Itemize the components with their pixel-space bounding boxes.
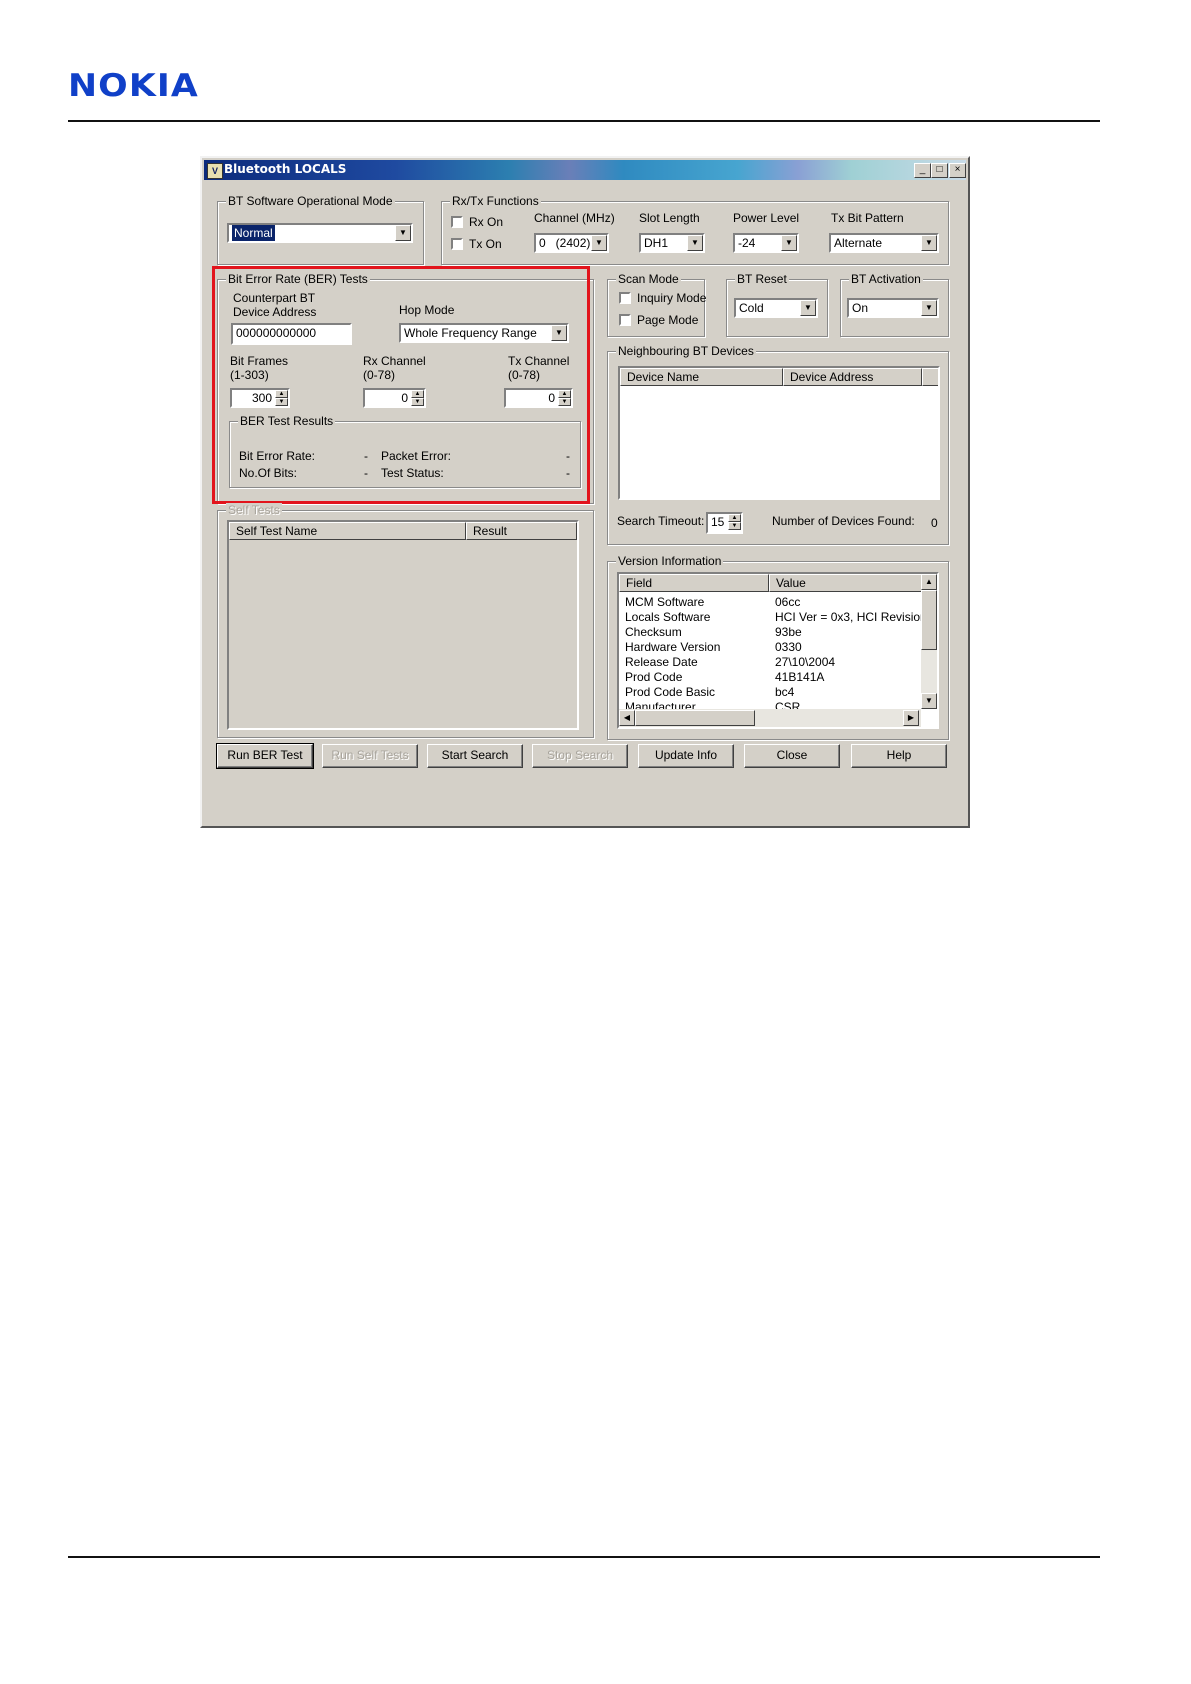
channel-value: 0 (2402) <box>539 236 591 250</box>
scroll-down-icon[interactable]: ▼ <box>921 693 937 709</box>
page-mode-label: Page Mode <box>637 313 699 327</box>
list-item[interactable]: Prod Code <box>625 670 682 684</box>
slot-length-label: Slot Length <box>639 211 700 225</box>
horizontal-scrollbar[interactable]: ◀ ▶ <box>619 709 921 727</box>
list-item[interactable]: Release Date <box>625 655 698 669</box>
self-test-result-header[interactable]: Result <box>466 522 577 540</box>
list-item-value: 93be <box>775 625 802 639</box>
power-level-select[interactable]: -24 ▼ <box>733 233 799 253</box>
rxtx-label: Rx/Tx Functions <box>450 194 541 208</box>
list-item[interactable]: Checksum <box>625 625 682 639</box>
inquiry-mode-checkbox[interactable] <box>619 292 631 304</box>
devices-found-value: 0 <box>931 516 938 530</box>
op-mode-select[interactable]: Normal ▼ <box>227 223 413 243</box>
slot-length-select[interactable]: DH1 ▼ <box>639 233 705 253</box>
power-level-label: Power Level <box>733 211 800 225</box>
list-item-value: HCI Ver = 0x3, HCI Revision <box>775 610 923 624</box>
list-item[interactable]: Prod Code Basic <box>625 685 715 699</box>
tx-bit-pattern-value: Alternate <box>834 236 883 250</box>
run-self-tests-button[interactable]: Run Self Tests <box>322 744 418 768</box>
bt-reset-select[interactable]: Cold ▼ <box>734 298 818 318</box>
scan-mode-label: Scan Mode <box>616 272 681 286</box>
search-timeout-label: Search Timeout: <box>617 514 705 528</box>
scroll-thumb[interactable] <box>921 590 937 650</box>
value-header[interactable]: Value <box>769 574 923 592</box>
window-title: Bluetooth LOCALS <box>224 162 347 176</box>
chevron-down-icon[interactable]: ▼ <box>395 225 411 241</box>
chevron-down-icon[interactable]: ▼ <box>921 300 937 316</box>
close-window-button[interactable]: × <box>949 163 966 178</box>
header-rule <box>68 120 1100 122</box>
blank-header <box>922 368 938 386</box>
list-item-value: 0330 <box>775 640 802 654</box>
version-list[interactable]: Field Value MCM Software 06cc Locals Sof… <box>617 572 939 729</box>
vertical-scrollbar[interactable]: ▲ ▼ <box>921 574 937 709</box>
run-ber-test-button[interactable]: Run BER Test <box>216 743 314 769</box>
op-mode-value: Normal <box>232 225 275 241</box>
rx-on-label: Rx On <box>469 215 504 229</box>
bt-activation-value: On <box>852 301 869 315</box>
spin-arrows-icon[interactable]: ▲ ▼ <box>728 514 741 530</box>
self-tests-list[interactable]: Self Test Name Result <box>227 520 579 730</box>
highlight-box <box>212 266 590 504</box>
list-item[interactable]: MCM Software <box>625 595 704 609</box>
search-timeout-value: 15 <box>711 515 725 529</box>
list-item[interactable]: Hardware Version <box>625 640 720 654</box>
minimize-button[interactable]: _ <box>914 163 931 178</box>
nokia-logo: NOKIA <box>68 68 199 104</box>
slot-length-value: DH1 <box>644 236 669 250</box>
chevron-down-icon[interactable]: ▼ <box>921 235 937 251</box>
tx-bit-pattern-label: Tx Bit Pattern <box>831 211 904 225</box>
self-tests-label: Self Tests <box>226 503 282 517</box>
self-test-name-header[interactable]: Self Test Name <box>229 522 466 540</box>
start-search-button[interactable]: Start Search <box>427 744 523 768</box>
list-item[interactable]: Locals Software <box>625 610 710 624</box>
channel-label: Channel (MHz) <box>534 211 615 225</box>
neighbours-label: Neighbouring BT Devices <box>616 344 756 358</box>
bt-reset-value: Cold <box>739 301 764 315</box>
neighbours-list[interactable]: Device Name Device Address <box>618 366 940 500</box>
scroll-thumb[interactable] <box>635 710 755 726</box>
search-timeout-stepper[interactable]: 15 ▲ ▼ <box>706 512 743 534</box>
footer-rule <box>68 1556 1100 1558</box>
op-mode-label: BT Software Operational Mode <box>226 194 395 208</box>
channel-select[interactable]: 0 (2402) ▼ <box>534 233 609 253</box>
power-level-value: -24 <box>738 236 756 250</box>
scroll-up-icon[interactable]: ▲ <box>921 574 937 590</box>
chevron-down-icon[interactable]: ▼ <box>687 235 703 251</box>
scan-mode-group: Scan Mode <box>607 272 705 337</box>
title-bar[interactable]: V Bluetooth LOCALS _ □ × <box>204 160 966 180</box>
scroll-left-icon[interactable]: ◀ <box>619 710 635 726</box>
close-button[interactable]: Close <box>744 744 840 768</box>
page-mode-checkbox[interactable] <box>619 314 631 326</box>
inquiry-mode-label: Inquiry Mode <box>637 291 707 305</box>
tx-on-label: Tx On <box>469 237 502 251</box>
update-info-button[interactable]: Update Info <box>638 744 734 768</box>
bt-activation-select[interactable]: On ▼ <box>847 298 939 318</box>
rx-on-checkbox[interactable] <box>451 216 463 228</box>
chevron-down-icon[interactable]: ▼ <box>800 300 816 316</box>
field-header[interactable]: Field <box>619 574 769 592</box>
list-item-value: 27\10\2004 <box>775 655 836 669</box>
device-name-header[interactable]: Device Name <box>620 368 783 386</box>
chevron-down-icon[interactable]: ▼ <box>591 235 607 251</box>
bt-activation-label: BT Activation <box>849 272 923 286</box>
list-item-value: 41B141A <box>775 670 825 684</box>
help-button[interactable]: Help <box>851 744 947 768</box>
list-item-value: 06cc <box>775 595 801 609</box>
devices-found-label: Number of Devices Found: <box>772 514 915 528</box>
device-address-header[interactable]: Device Address <box>783 368 922 386</box>
bt-reset-label: BT Reset <box>735 272 789 286</box>
scroll-right-icon[interactable]: ▶ <box>903 710 919 726</box>
maximize-button[interactable]: □ <box>931 163 948 178</box>
list-item-value: bc4 <box>775 685 795 699</box>
app-icon: V <box>207 163 223 179</box>
chevron-down-icon[interactable]: ▼ <box>781 235 797 251</box>
stop-search-button[interactable]: Stop Search <box>532 744 628 768</box>
tx-on-checkbox[interactable] <box>451 238 463 250</box>
version-label: Version Information <box>616 554 724 568</box>
tx-bit-pattern-select[interactable]: Alternate ▼ <box>829 233 939 253</box>
